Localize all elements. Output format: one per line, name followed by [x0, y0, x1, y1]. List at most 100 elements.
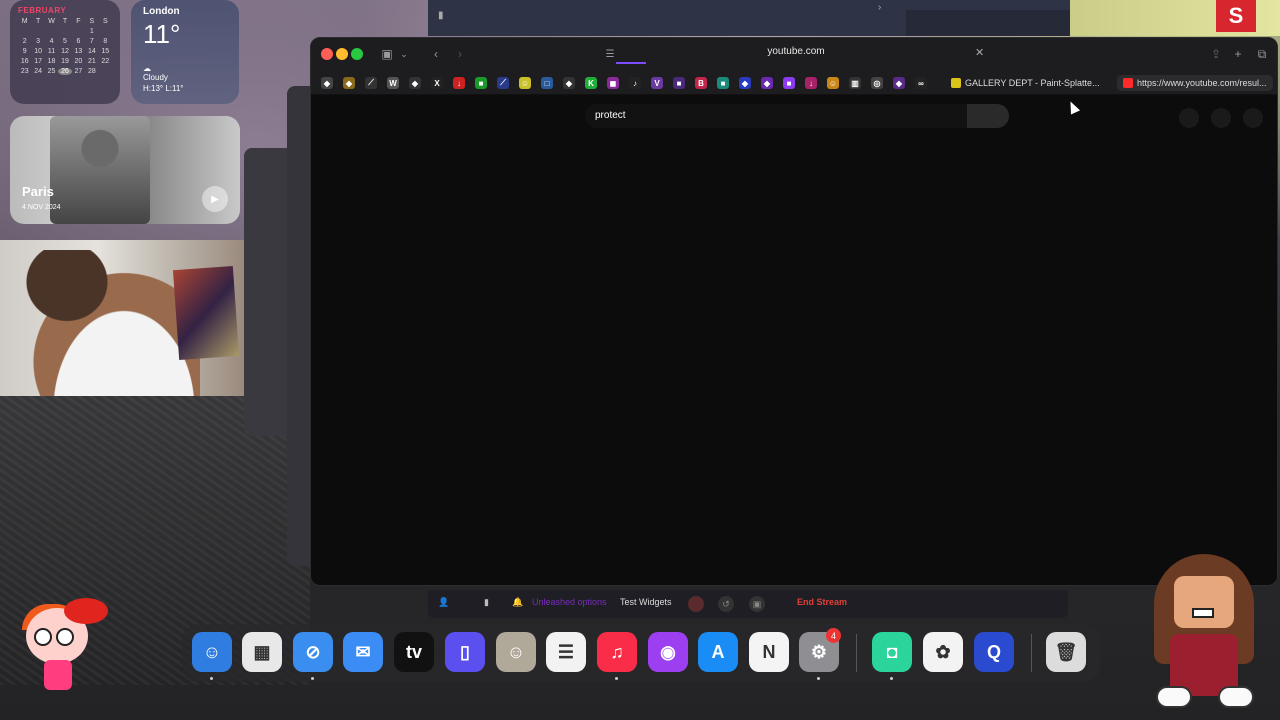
green-favicon-icon[interactable]: ■ [475, 77, 487, 89]
calendar-day [18, 28, 31, 35]
calendar-weekday: M [21, 18, 28, 25]
replay-icon[interactable]: ↺ [718, 596, 734, 612]
alpha-favicon-icon[interactable]: ◆ [893, 77, 905, 89]
calendar-day: 16 [20, 58, 29, 65]
trash-icon[interactable]: 🗑 [1046, 632, 1086, 672]
smile-favicon-icon[interactable]: ☺ [519, 77, 531, 89]
appstore-icon[interactable]: A [698, 632, 738, 672]
tiktok-favicon-icon[interactable]: ♪ [629, 77, 641, 89]
stats-icon[interactable]: ▮ [484, 597, 489, 608]
v-favicon-icon[interactable]: V [651, 77, 663, 89]
cartoon-sticker-left [22, 598, 110, 694]
address-bar[interactable]: youtube.com [701, 46, 891, 57]
close-tab-icon[interactable]: ✕ [975, 46, 984, 59]
kick-favicon-icon[interactable]: K [585, 77, 597, 89]
podcasts-icon[interactable]: ◉ [648, 632, 688, 672]
photo-widget[interactable]: Paris 4 NOV 2024 ▶ [10, 116, 240, 224]
appletv-icon[interactable]: tv [394, 632, 434, 672]
sticker-face [1174, 576, 1234, 628]
avatar[interactable] [1243, 108, 1263, 128]
mail-icon[interactable]: ✉ [343, 632, 383, 672]
weather-widget[interactable]: London 11° ☁ Cloudy H:13° L:11° [131, 0, 239, 104]
bell-icon[interactable]: 🔔 [512, 597, 523, 608]
chevron-right-icon[interactable]: › [878, 2, 881, 13]
s-app-badge[interactable]: S [1216, 0, 1256, 32]
dock-running-indicator [817, 677, 820, 680]
browser-titlebar[interactable]: ▣ ⌄ ‹ › ☰ youtube.com ✕ ⇪ + ⧉ [311, 38, 1277, 71]
blue-favicon-icon[interactable]: ◆ [739, 77, 751, 89]
reminders-icon[interactable]: ☰ [546, 632, 586, 672]
notifications-icon[interactable] [1211, 108, 1231, 128]
calendar-day: 25 [47, 68, 56, 75]
test-widgets-button[interactable]: Test Widgets [620, 597, 672, 607]
twitch-favicon-icon[interactable]: ■ [783, 77, 795, 89]
finder-icon[interactable]: ☺ [192, 632, 232, 672]
download-favicon-icon[interactable]: ↓ [453, 77, 465, 89]
eyes-favicon-icon[interactable]: ∞ [915, 77, 927, 89]
teal-favicon-icon[interactable]: ■ [717, 77, 729, 89]
screenshot-icon[interactable]: ▣ [749, 596, 765, 612]
play-icon[interactable]: ▶ [202, 186, 228, 212]
webcam-wall-art [172, 266, 240, 360]
calendar-day: 24 [34, 68, 43, 75]
grid-favicon-icon[interactable]: ▥ [849, 77, 861, 89]
chevron-down-icon[interactable]: ⌄ [399, 45, 409, 63]
record-button[interactable] [688, 596, 704, 612]
end-stream-button[interactable]: End Stream [797, 597, 847, 607]
calendar-day [31, 28, 44, 35]
photos-icon[interactable]: ✿ [923, 632, 963, 672]
quicktime-icon[interactable]: Q [974, 632, 1014, 672]
calendar-day: 22 [101, 58, 110, 65]
search-button[interactable] [967, 104, 1009, 128]
slash-favicon-icon[interactable]: ⟋ [365, 77, 377, 89]
diamond2-favicon-icon[interactable]: ◆ [409, 77, 421, 89]
close-window-button[interactable] [321, 48, 333, 60]
calendar-day: 3 [36, 38, 41, 45]
youtube-search-input[interactable]: protect [585, 104, 969, 128]
sidebar-toggle-icon[interactable]: ▣ [379, 45, 395, 63]
browser-window[interactable]: ▣ ⌄ ‹ › ☰ youtube.com ✕ ⇪ + ⧉ GALLERY DE… [310, 37, 1278, 586]
contacts-icon[interactable]: ☺ [496, 632, 536, 672]
gold-favicon-icon[interactable]: ☺ [827, 77, 839, 89]
diamond-favicon-icon[interactable]: ◆ [321, 77, 333, 89]
music-icon[interactable]: ♫ [597, 632, 637, 672]
background-app-icon[interactable]: ▮ [438, 10, 444, 21]
share-icon[interactable]: ⇪ [1209, 45, 1223, 63]
background-app-window[interactable]: ▮ › [428, 0, 1280, 36]
x-favicon-icon[interactable]: X [431, 77, 443, 89]
gallery-dept-icon [951, 78, 961, 88]
calendar-day [99, 28, 112, 35]
w-favicon-icon[interactable]: W [387, 77, 399, 89]
page-menu-icon[interactable]: ☰ [603, 45, 617, 63]
chat-favicon-icon[interactable]: □ [541, 77, 553, 89]
lamp-favicon-icon[interactable]: ◆ [343, 77, 355, 89]
user-icon[interactable]: 👤 [438, 597, 449, 608]
arrow-favicon-icon[interactable]: ↓ [805, 77, 817, 89]
launchpad-icon[interactable]: ▦ [242, 632, 282, 672]
minimize-window-button[interactable] [336, 48, 348, 60]
favorites-tab-youtube[interactable]: https://www.youtube.com/resul... [1117, 75, 1273, 91]
weather-temp: 11° [143, 19, 181, 49]
pink-favicon-icon[interactable]: ◼ [607, 77, 619, 89]
violet-favicon-icon[interactable]: ◆ [761, 77, 773, 89]
favorites-tab-gallery-dept[interactable]: GALLERY DEPT - Paint-Splatte... [951, 75, 1100, 91]
safari-icon[interactable]: ⊘ [293, 632, 333, 672]
calendar-weekday: F [76, 18, 81, 25]
white-favicon-icon[interactable]: ◎ [871, 77, 883, 89]
calendar-widget[interactable]: FEBRUARY M T W T F S S 1 2 3 4 5 6 7 8 9 10 11 12 13 14 15 16 1… [10, 0, 120, 104]
diamond3-favicon-icon[interactable]: ◆ [563, 77, 575, 89]
back-icon[interactable]: ‹ [429, 45, 443, 63]
zoom-window-button[interactable] [351, 48, 363, 60]
purple-favicon-icon[interactable]: ■ [673, 77, 685, 89]
forward-icon[interactable]: › [453, 45, 467, 63]
pen-favicon-icon[interactable]: ⟋ [497, 77, 509, 89]
tab-overview-icon[interactable]: ⧉ [1255, 45, 1269, 63]
create-icon[interactable] [1179, 108, 1199, 128]
favorites-tab-label: GALLERY DEPT - Paint-Splatte... [965, 78, 1100, 88]
streamlabs-icon[interactable]: ◘ [872, 632, 912, 672]
new-tab-icon[interactable]: + [1231, 45, 1245, 63]
b-favicon-icon[interactable]: B [695, 77, 707, 89]
stream-options-button[interactable]: Unleashed options [532, 597, 607, 607]
news-icon[interactable]: N [749, 632, 789, 672]
simulator-icon[interactable]: ▯ [445, 632, 485, 672]
